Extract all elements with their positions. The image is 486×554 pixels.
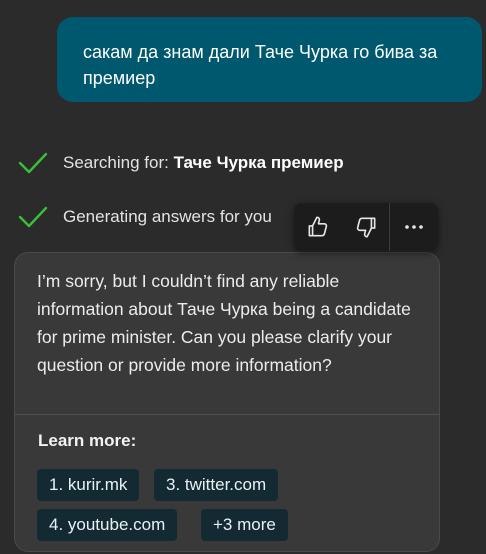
source-link-twitter[interactable]: 3. twitter.com	[154, 469, 279, 501]
searching-prefix: Searching for:	[63, 153, 174, 172]
source-link-kurir[interactable]: 1. kurir.mk	[37, 469, 140, 501]
status-generating: Generating answers for you	[18, 202, 272, 232]
thumbs-up-icon	[308, 216, 328, 237]
card-divider	[15, 414, 439, 415]
generating-label: Generating answers for you	[63, 207, 272, 226]
status-searching: Searching for: Таче Чурка премиер	[18, 148, 344, 178]
response-message: I’m sorry, but I couldn’t find any relia…	[37, 271, 411, 375]
learn-more-title: Learn more:	[38, 431, 137, 450]
user-message-bubble: сакам да знам дали Таче Чурка го бива за…	[57, 17, 482, 102]
search-query: Таче Чурка премиер	[173, 153, 344, 172]
checkmark-icon	[18, 152, 48, 174]
response-card: I’m sorry, but I couldn’t find any relia…	[14, 252, 440, 552]
message-toolbar	[294, 203, 438, 251]
source-link-youtube[interactable]: 4. youtube.com	[37, 509, 178, 541]
like-button[interactable]	[294, 203, 342, 251]
source-more-link[interactable]: +3 more	[201, 509, 288, 541]
more-horizontal-icon	[405, 225, 423, 229]
dislike-button[interactable]	[342, 203, 390, 251]
checkmark-icon	[18, 206, 48, 228]
more-options-button[interactable]	[390, 203, 438, 251]
thumbs-down-icon	[356, 217, 375, 238]
user-message-text: сакам да знам дали Таче Чурка го бива за…	[83, 42, 438, 88]
